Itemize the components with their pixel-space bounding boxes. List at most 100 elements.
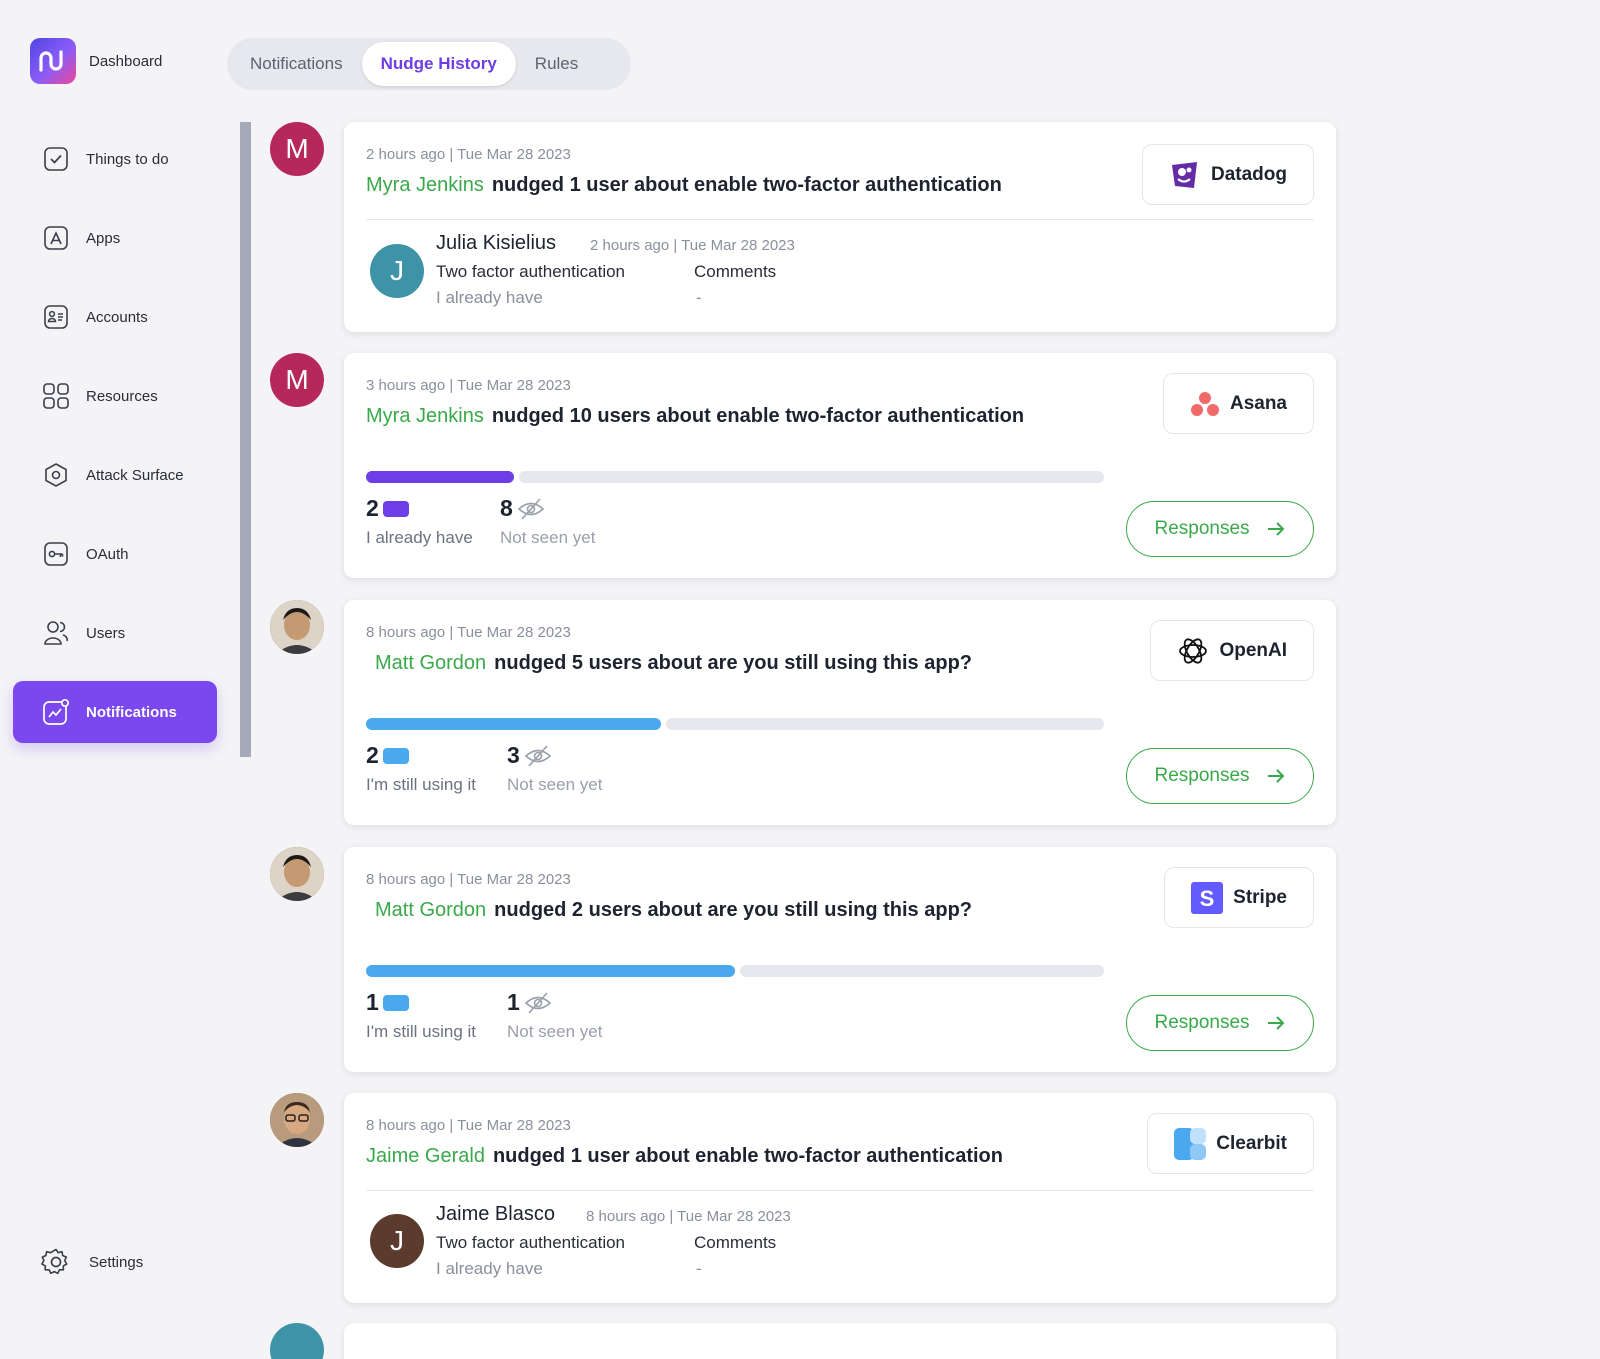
app-name: Clearbit (1216, 1132, 1287, 1154)
sidebar-item-label: Things to do (86, 150, 169, 168)
response-timestamp: 2 hours ago | Tue Mar 28 2023 (590, 237, 795, 254)
stat-label: Not seen yet (507, 1022, 603, 1041)
comments-value: - (696, 288, 702, 307)
nudge-headline: Jaime Gerald nudged 1 user about enable t… (366, 1145, 1003, 1168)
sidebar-item-label: OAuth (86, 545, 129, 563)
eye-off-icon (524, 991, 552, 1015)
stat-count: 2 (366, 742, 379, 768)
scroll-rail[interactable] (240, 122, 251, 757)
checkbox-icon (41, 144, 71, 174)
nudge-timestamp: 8 hours ago | Tue Mar 28 2023 (366, 871, 571, 888)
answered-chip-icon (382, 500, 409, 517)
eye-off-icon (517, 497, 545, 521)
progress-unseen (740, 965, 1104, 977)
responses-button[interactable]: Responses (1126, 501, 1314, 557)
sidebar-item-settings[interactable]: Settings (41, 1247, 143, 1277)
sidebar-item-label: Notifications (86, 703, 177, 721)
sidebar-nav: Things to do Apps Accounts Resources Att… (13, 128, 217, 760)
actor-name[interactable]: Jaime Gerald (366, 1145, 485, 1167)
actor-name[interactable]: Matt Gordon (375, 899, 486, 921)
brand-label: Dashboard (89, 52, 163, 70)
nudge-action: nudged 10 users about enable two-factor … (491, 405, 1025, 427)
stat-count: 3 (507, 742, 520, 768)
tab-notifications[interactable]: Notifications (231, 42, 362, 86)
nudge-card (344, 1323, 1336, 1359)
datadog-logo-icon (1169, 159, 1201, 191)
response-answer: I already have (436, 1259, 543, 1278)
nudge-action: nudged 1 user about enable two-factor au… (492, 1145, 1003, 1167)
sidebar-item-oauth[interactable]: OAuth (13, 523, 217, 585)
response-progress-bar (366, 965, 1104, 977)
responses-button-label: Responses (1154, 518, 1250, 539)
sidebar-item-users[interactable]: Users (13, 602, 217, 664)
sidebar-item-label: Resources (86, 387, 158, 405)
stat-label: I'm still using it (366, 1022, 476, 1041)
progress-unseen (666, 718, 1104, 730)
divider (366, 1190, 1314, 1191)
nudge-card: 8 hours ago | Tue Mar 28 2023 Matt Gordo… (344, 600, 1336, 825)
app-badge[interactable]: Datadog (1142, 144, 1314, 205)
sidebar-item-things-to-do[interactable]: Things to do (13, 128, 217, 190)
tab-rules[interactable]: Rules (516, 42, 597, 86)
arrow-right-icon (1266, 521, 1286, 537)
stat-label: Not seen yet (507, 775, 603, 794)
avatar: M (270, 122, 324, 176)
users-icon (41, 618, 71, 648)
stat-answered: 2 I'm still using it (366, 742, 476, 795)
nudge-action: nudged 5 users about are you still using… (494, 652, 973, 674)
avatar (270, 1323, 324, 1359)
asana-logo-icon (1190, 390, 1220, 418)
progress-answered (366, 718, 661, 730)
response-question: Two factor authentication (436, 1233, 626, 1252)
sidebar-item-label: Attack Surface (86, 466, 184, 484)
tab-bar: Notifications Nudge History Rules (227, 38, 631, 90)
app-badge[interactable]: Asana (1162, 373, 1314, 434)
stripe-logo-icon: S (1191, 881, 1224, 914)
app-badge[interactable]: Clearbit (1147, 1113, 1314, 1174)
sidebar-item-label: Apps (86, 229, 121, 247)
brand[interactable]: Dashboard (30, 38, 162, 84)
stat-count: 2 (366, 495, 379, 521)
avatar (270, 847, 324, 901)
progress-answered (366, 965, 735, 977)
comments-label: Comments (694, 1233, 777, 1252)
nudge-timestamp: 8 hours ago | Tue Mar 28 2023 (366, 1117, 571, 1134)
sidebar-item-accounts[interactable]: Accounts (13, 286, 217, 348)
sidebar-item-apps[interactable]: Apps (13, 207, 217, 269)
sidebar-item-resources[interactable]: Resources (13, 365, 217, 427)
stat-answered: 1 I'm still using it (366, 989, 476, 1042)
progress-unseen (519, 471, 1104, 483)
actor-name[interactable]: Matt Gordon (375, 652, 486, 674)
actor-name[interactable]: Myra Jenkins (366, 174, 484, 196)
response-progress-bar (366, 718, 1104, 730)
nudge-headline: Myra Jenkins nudged 1 user about enable t… (366, 174, 1002, 197)
tab-nudge-history[interactable]: Nudge History (361, 42, 516, 86)
actor-name[interactable]: Myra Jenkins (366, 405, 484, 427)
app-badge[interactable]: OpenAI (1150, 620, 1314, 681)
app-name: Datadog (1211, 163, 1287, 185)
stat-label: Not seen yet (500, 528, 596, 547)
sidebar-item-notifications[interactable]: Notifications (13, 681, 217, 743)
eye-off-icon (524, 744, 552, 768)
gear-icon (41, 1247, 71, 1277)
nudge-timestamp: 8 hours ago | Tue Mar 28 2023 (366, 624, 571, 641)
answered-chip-icon (382, 994, 409, 1011)
sidebar-item-label: Accounts (86, 308, 148, 326)
openai-logo-icon (1177, 635, 1209, 667)
app-name: OpenAI (1219, 639, 1287, 661)
answered-chip-icon (382, 747, 409, 764)
stat-not-seen: 1 Not seen yet (507, 989, 602, 1042)
responses-button-label: Responses (1154, 1012, 1250, 1033)
attack-surface-icon (41, 460, 71, 490)
nudge-action: nudged 2 users about are you still using… (494, 899, 973, 921)
responses-button[interactable]: Responses (1126, 748, 1314, 804)
nudge-card: 8 hours ago | Tue Mar 28 2023 Jaime Gera… (344, 1093, 1336, 1303)
nudge-card: 8 hours ago | Tue Mar 28 2023 Matt Gordo… (344, 847, 1336, 1072)
responses-button-label: Responses (1154, 765, 1250, 786)
response-timestamp: 8 hours ago | Tue Mar 28 2023 (586, 1208, 791, 1225)
responder-name: Jaime Blasco (436, 1203, 555, 1225)
arrow-right-icon (1266, 1015, 1286, 1031)
responses-button[interactable]: Responses (1126, 995, 1314, 1051)
sidebar-item-attack-surface[interactable]: Attack Surface (13, 444, 217, 506)
app-badge[interactable]: S Stripe (1164, 867, 1314, 928)
